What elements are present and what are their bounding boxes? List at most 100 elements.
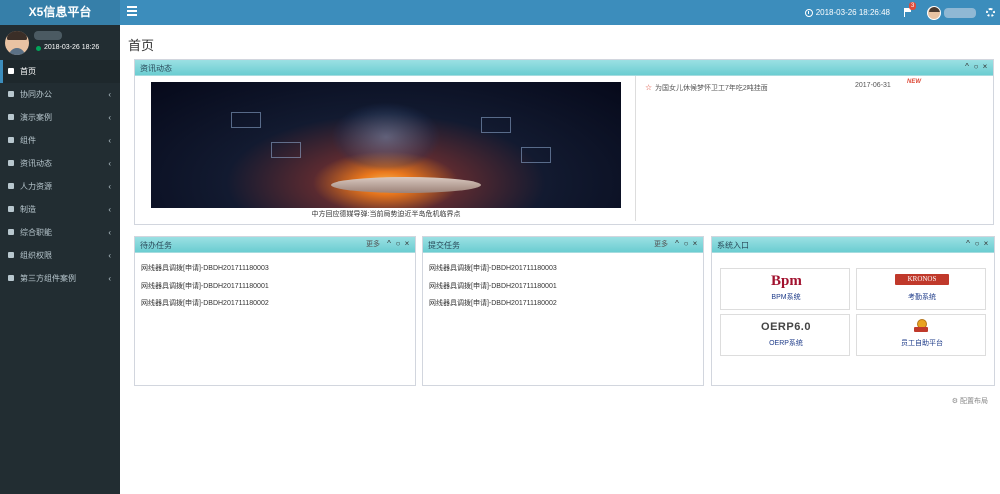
- news-caption[interactable]: 中方回应德媒导弹:当前局势迫近半岛危机临界点: [151, 209, 621, 219]
- task-item[interactable]: 网线器具调拨[申请]-DBDH201711180001: [141, 281, 269, 291]
- tile-label: BPM系统: [771, 294, 801, 301]
- task-item[interactable]: 网线器具调拨[申请]-DBDH201711180003: [141, 263, 269, 273]
- submitted-tasks-box: 提交任务 更多 ^ ○ × 网线器具调拨[申请]-DBDH20171118000…: [422, 236, 704, 386]
- box-title: 待办任务: [140, 241, 172, 250]
- news-body: 中方回应德媒导弹:当前局势迫近半岛危机临界点 ☆ 为国女儿休候梦怀卫工7年吃2吨…: [135, 76, 993, 224]
- main-content: 首页 资讯动态 ^ ○ × 中方回应德媒导弹:当前局势迫近半岛危机临界点 ☆ 为…: [120, 25, 1000, 494]
- user-avatar[interactable]: [927, 5, 941, 20]
- task-item[interactable]: 网线器具调拨[申请]-DBDH201711180002: [141, 298, 269, 308]
- close-icon[interactable]: ×: [982, 239, 990, 249]
- collapse-icon[interactable]: ^: [385, 239, 393, 249]
- sidebar-item-label: 演示案例: [20, 113, 52, 122]
- gear-icon[interactable]: [986, 8, 995, 17]
- top-right-tools: 2018-03-26 18:26:48 3: [804, 0, 1000, 25]
- sidebar-item-hr[interactable]: 人力资源 ‹: [0, 175, 120, 198]
- collapse-icon[interactable]: ^: [964, 239, 972, 249]
- notifications-button[interactable]: 3: [904, 2, 917, 17]
- chevron-left-icon: ‹: [108, 113, 111, 122]
- box-header: 待办任务 更多 ^ ○ ×: [135, 237, 415, 253]
- sidebar-item-label: 组件: [20, 136, 36, 145]
- star-icon: ☆: [645, 83, 653, 92]
- hud-panel-graphic: [271, 142, 301, 158]
- sidebar-item-general-functions[interactable]: 综合职能 ‹: [0, 221, 120, 244]
- user-name-blurred[interactable]: [944, 7, 976, 18]
- sidebar-item-label: 制造: [20, 205, 36, 214]
- app-logo[interactable]: X5信息平台: [0, 0, 120, 25]
- box-title: 系统入口: [717, 241, 749, 250]
- box-header: 提交任务 更多 ^ ○ ×: [423, 237, 703, 253]
- refresh-icon[interactable]: ○: [972, 62, 980, 72]
- content-header: 首页: [120, 25, 1000, 58]
- folder-icon: [8, 91, 14, 97]
- sidebar-item-components[interactable]: 组件 ‹: [0, 129, 120, 152]
- sidebar-item-home[interactable]: 首页: [0, 60, 120, 83]
- sidebar-avatar: [5, 31, 29, 55]
- tile-label: 考勤系统: [908, 294, 936, 301]
- refresh-icon[interactable]: ○: [394, 239, 402, 249]
- collapse-icon[interactable]: ^: [673, 239, 681, 249]
- sidebar-item-label: 协同办公: [20, 90, 52, 99]
- oerp-system-tile[interactable]: OERP6.0 OERP系统: [720, 314, 850, 356]
- chevron-left-icon: ‹: [108, 205, 111, 214]
- box-tools: 更多 ^ ○ ×: [366, 239, 411, 249]
- hud-panel-graphic: [231, 112, 261, 128]
- bpm-system-tile[interactable]: Bpm BPM系统: [720, 268, 850, 310]
- send-icon: [8, 114, 14, 120]
- tile-label: 员工自助平台: [901, 340, 943, 347]
- menu-toggle-icon[interactable]: [127, 6, 137, 18]
- sidebar-item-demo-cases[interactable]: 演示案例 ‹: [0, 106, 120, 129]
- user-panel: 2018-03-26 18:26: [0, 25, 120, 60]
- task-item[interactable]: 网线器具调拨[申请]-DBDH201711180001: [429, 281, 557, 291]
- top-navbar: X5信息平台 2018-03-26 18:26:48 3: [0, 0, 1000, 25]
- notification-badge: 3: [909, 2, 917, 10]
- kronos-logo: KRONOS: [895, 274, 949, 285]
- news-carousel-image[interactable]: [151, 82, 621, 208]
- news-item-date: 2017-06-31: [855, 82, 891, 89]
- tile-label: OERP系统: [769, 340, 803, 347]
- chevron-left-icon: ‹: [108, 182, 111, 191]
- news-item-title[interactable]: 为国女儿休候梦怀卫工7年吃2吨挂面: [655, 83, 768, 93]
- divider: [635, 76, 636, 221]
- sidebar-item-label: 第三方组件案例: [20, 274, 76, 283]
- collapse-icon[interactable]: ^: [963, 62, 971, 72]
- users-icon: [8, 252, 14, 258]
- box-tools: 更多 ^ ○ ×: [654, 239, 699, 249]
- sidebar-item-manufacturing[interactable]: 制造 ‹: [0, 198, 120, 221]
- page-title: 首页: [128, 38, 155, 53]
- home-icon: [8, 68, 14, 74]
- close-icon[interactable]: ×: [691, 239, 699, 249]
- refresh-icon[interactable]: ○: [682, 239, 690, 249]
- task-item[interactable]: 网线器具调拨[申请]-DBDH201711180002: [429, 298, 557, 308]
- list-icon: [8, 275, 14, 281]
- config-layout-link[interactable]: 配置布局: [952, 396, 988, 406]
- refresh-icon[interactable]: ○: [973, 239, 981, 249]
- kronos-system-tile[interactable]: KRONOS 考勤系统: [856, 268, 986, 310]
- sidebar-item-label: 资讯动态: [20, 159, 52, 168]
- sidebar-item-collaboration[interactable]: 协同办公 ‹: [0, 83, 120, 106]
- factory-icon: [8, 206, 14, 212]
- close-icon[interactable]: ×: [981, 62, 989, 72]
- task-item[interactable]: 网线器具调拨[申请]-DBDH201711180003: [429, 263, 557, 273]
- sidebar-user-name-blurred: [34, 31, 62, 40]
- sidebar: 2018-03-26 18:26 首页 协同办公 ‹ 演示案例 ‹ 组件 ‹ 资…: [0, 25, 120, 494]
- hand-graphic: [331, 177, 481, 193]
- sidebar-item-label: 首页: [20, 67, 36, 76]
- globe-graphic: [331, 102, 441, 172]
- header-datetime: 2018-03-26 18:26:48: [815, 8, 890, 17]
- user-icon: [8, 183, 14, 189]
- more-link[interactable]: 更多: [366, 239, 380, 249]
- sidebar-item-org-permissions[interactable]: 组织权限 ‹: [0, 244, 120, 267]
- oerp-logo: OERP6.0: [761, 321, 811, 333]
- sidebar-item-news[interactable]: 资讯动态 ‹: [0, 152, 120, 175]
- new-badge: NEW: [907, 79, 921, 85]
- employee-self-service-tile[interactable]: 员工自助平台: [856, 314, 986, 356]
- bpm-logo: Bpm: [771, 273, 802, 289]
- chevron-left-icon: ‹: [108, 159, 111, 168]
- box-tools: ^ ○ ×: [962, 62, 989, 72]
- sidebar-item-third-party[interactable]: 第三方组件案例 ‹: [0, 267, 120, 290]
- puzzle-icon: [8, 137, 14, 143]
- close-icon[interactable]: ×: [403, 239, 411, 249]
- sidebar-item-label: 综合职能: [20, 228, 52, 237]
- hud-panel-graphic: [521, 147, 551, 163]
- more-link[interactable]: 更多: [654, 239, 668, 249]
